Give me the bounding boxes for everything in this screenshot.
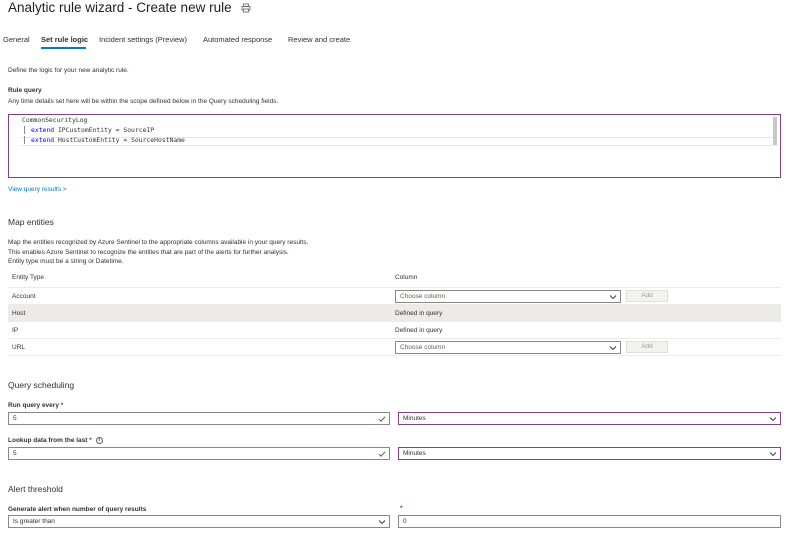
required-marker: *: [60, 402, 64, 409]
required-marker: *: [89, 437, 92, 445]
table-row: URL Choose column Add: [8, 339, 781, 356]
active-tab-indicator: [41, 47, 86, 49]
query-scheduling-title: Query scheduling: [8, 380, 75, 390]
code-line: CommonSecurityLog: [22, 116, 88, 124]
dropdown-value: Minutes: [403, 415, 426, 422]
chevron-down-icon: [769, 452, 777, 457]
entity-type-cell: IP: [12, 327, 19, 334]
entity-type-cell: Account: [12, 293, 36, 300]
tab-automated-response[interactable]: Automated response: [203, 35, 272, 44]
tab-review-and-create[interactable]: Review and create: [288, 35, 350, 44]
input-value: 5: [13, 450, 17, 457]
tab-set-rule-logic[interactable]: Set rule logic: [41, 35, 88, 44]
checkmark-icon: [378, 416, 386, 422]
checkmark-icon: [378, 451, 386, 457]
dropdown-value: Is greater than: [13, 518, 55, 525]
column-value-cell: Defined in query: [395, 327, 443, 334]
chevron-down-icon: [378, 520, 386, 525]
pipe-marker: [24, 136, 25, 144]
alert-threshold-title: Alert threshold: [8, 484, 63, 494]
dropdown-value: Minutes: [403, 450, 426, 457]
chevron-down-icon: [769, 417, 777, 422]
map-entities-desc-line: Map the entities recognized by Azure Sen…: [8, 239, 309, 246]
table-row: IP Defined in query: [8, 322, 781, 339]
entity-type-cell: URL: [12, 344, 26, 351]
lookup-input[interactable]: 5: [8, 447, 390, 460]
column-header-entity-type: Entity Type: [12, 274, 45, 281]
code-line: extend IPCustomEntity = SourceIP: [31, 126, 155, 134]
column-dropdown[interactable]: Choose column: [395, 341, 621, 354]
dropdown-value: Choose column: [400, 344, 446, 351]
table-row: Account Choose column Add: [8, 288, 781, 305]
page-title: Analytic rule wizard - Create new rule: [8, 0, 232, 15]
rule-query-help: Any time details set here will be within…: [8, 98, 279, 105]
rule-query-editor[interactable]: CommonSecurityLog extend IPCustomEntity …: [8, 114, 781, 178]
run-every-label-text: Run query every: [8, 402, 59, 409]
add-button[interactable]: Add: [626, 341, 668, 353]
column-value-cell: Defined in query: [395, 310, 443, 317]
lookup-label-text: Lookup data from the last: [8, 437, 88, 445]
dropdown-value: Choose column: [400, 293, 446, 300]
table-row: Host Defined in query: [8, 305, 781, 322]
lookup-unit-dropdown[interactable]: Minutes: [398, 447, 781, 460]
column-header-column: Column: [395, 274, 418, 281]
threshold-value-input[interactable]: 0: [398, 515, 781, 528]
input-value: 5: [13, 415, 17, 422]
map-entities-desc-line: Entity type must be a string or Datetime…: [8, 258, 124, 265]
intro-text: Define the logic for your new analytic r…: [8, 67, 129, 74]
input-value: 0: [403, 518, 407, 525]
view-query-results-link[interactable]: View query results >: [8, 186, 67, 193]
info-icon[interactable]: i: [95, 437, 103, 444]
entity-type-cell: Host: [12, 310, 26, 317]
map-entities-desc-line: This enables Azure Sentinel to recognize…: [8, 249, 289, 256]
run-every-label: Run query every *: [8, 402, 63, 409]
editor-scrollbar[interactable]: [773, 117, 777, 145]
threshold-operator-dropdown[interactable]: Is greater than: [8, 515, 390, 528]
run-every-unit-dropdown[interactable]: Minutes: [398, 412, 781, 425]
tab-general[interactable]: General: [3, 35, 30, 44]
rule-query-label: Rule query: [8, 87, 42, 94]
chevron-down-icon: [609, 295, 617, 300]
lookup-label: Lookup data from the last * i: [8, 437, 103, 444]
pipe-marker: [24, 126, 25, 134]
map-entities-title: Map entities: [8, 217, 54, 227]
run-every-input[interactable]: 5: [8, 412, 390, 425]
tab-incident-settings[interactable]: Incident settings (Preview): [99, 35, 187, 44]
chevron-down-icon: [609, 346, 617, 351]
column-dropdown[interactable]: Choose column: [395, 290, 621, 303]
code-line: extend HostCustomEntity = SourceHostName: [31, 136, 185, 144]
add-button[interactable]: Add: [626, 290, 668, 302]
required-marker: *: [400, 505, 403, 512]
alert-threshold-label: Generate alert when number of query resu…: [8, 506, 147, 513]
print-icon[interactable]: [241, 3, 251, 13]
